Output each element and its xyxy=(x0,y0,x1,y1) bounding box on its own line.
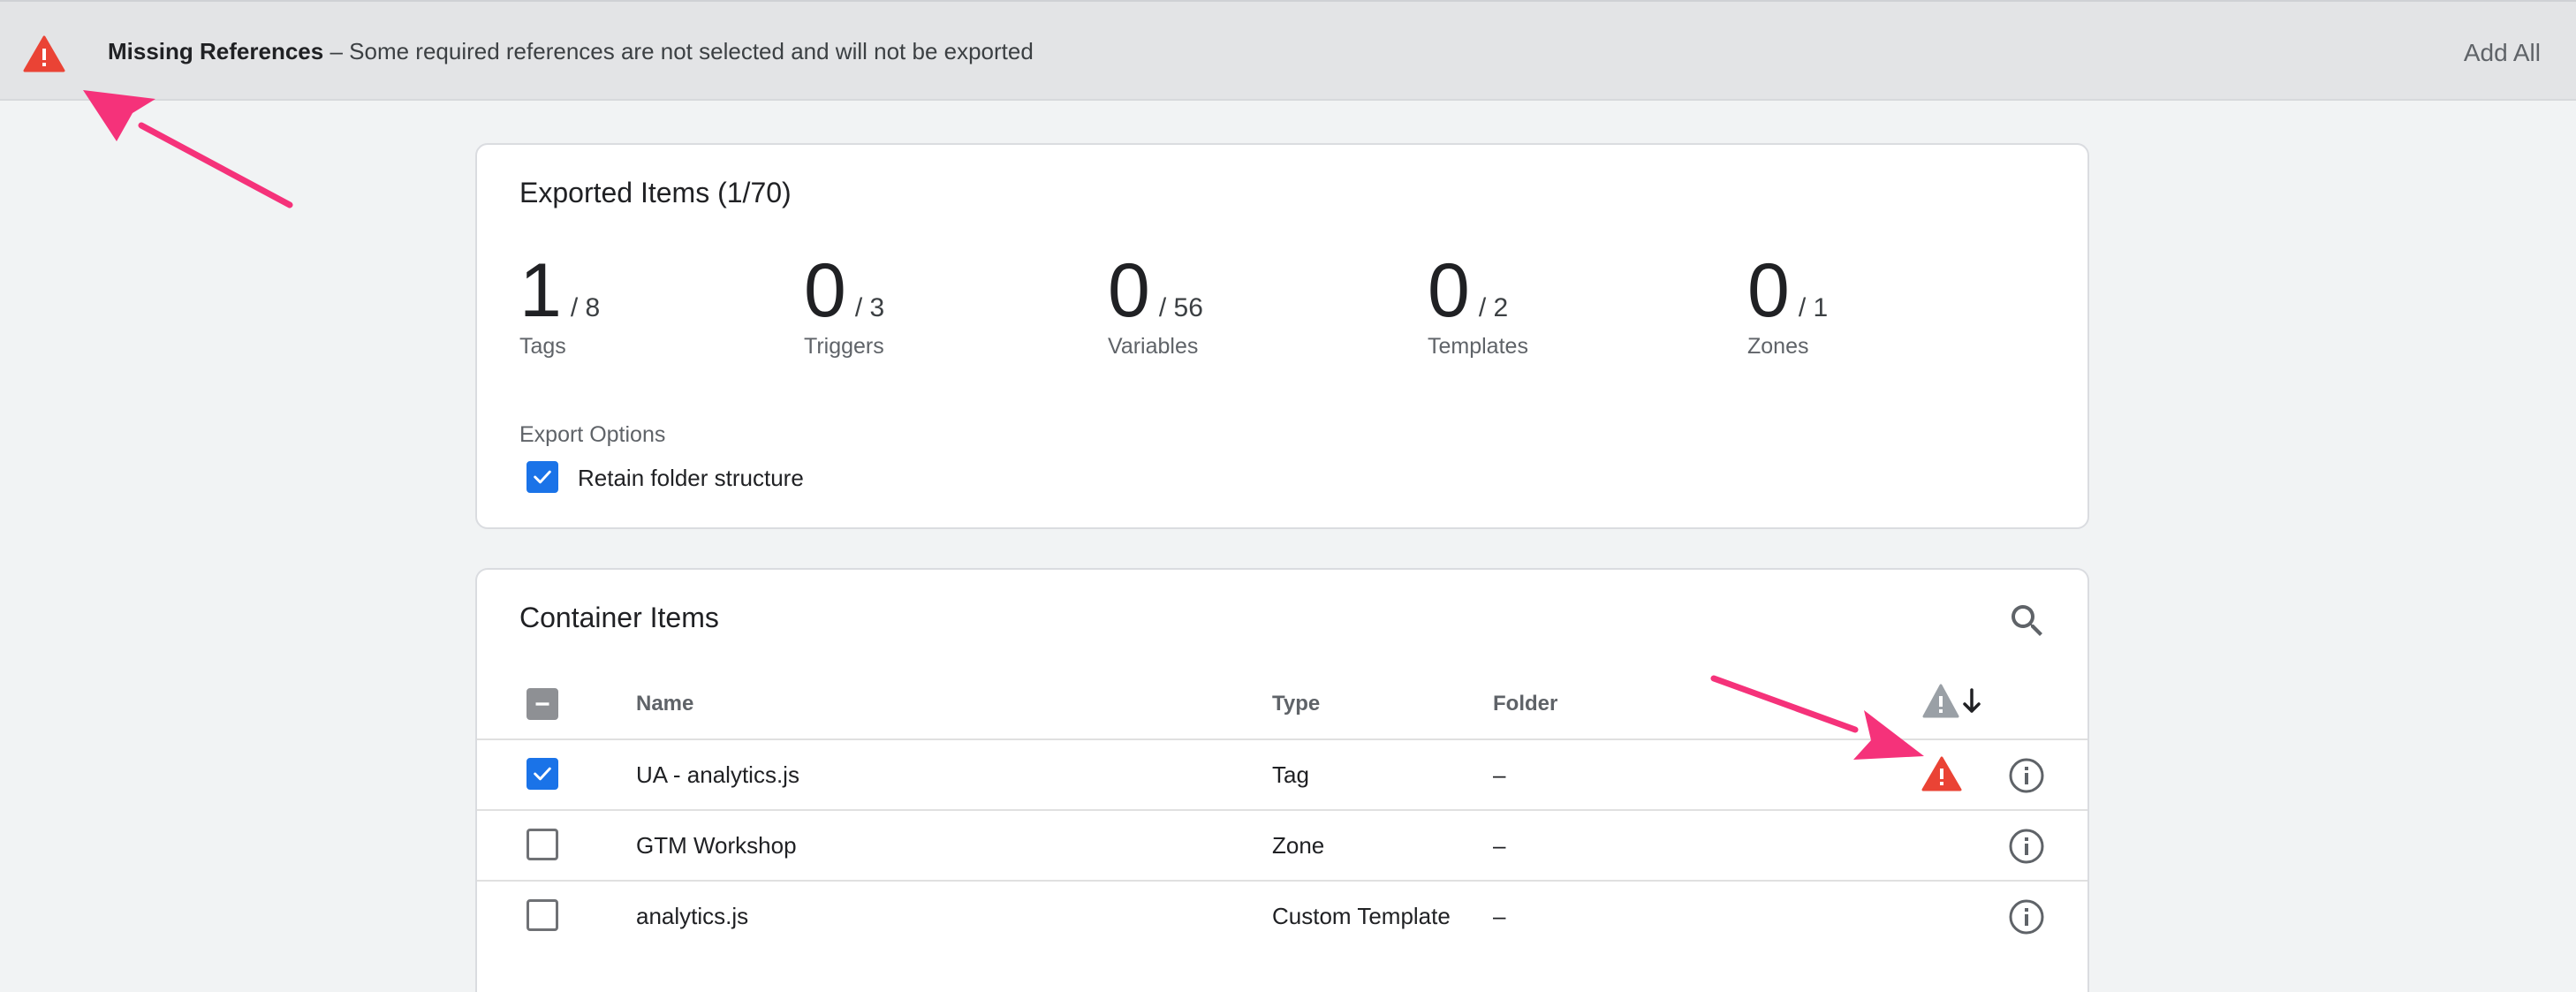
row-type: Custom Template xyxy=(1272,903,1451,929)
row-name: GTM Workshop xyxy=(636,832,797,859)
annotation-arrow xyxy=(83,90,293,208)
minus-icon xyxy=(535,702,549,706)
stat-value: 1 xyxy=(519,248,562,333)
exported-items-title: Exported Items (1/70) xyxy=(519,177,792,208)
info-icon[interactable] xyxy=(2007,897,2046,936)
column-header-name[interactable]: Name xyxy=(636,692,693,716)
banner-description: – Some required references are not selec… xyxy=(330,38,1034,64)
stat-label: Zones xyxy=(1747,334,1809,359)
row-type: Zone xyxy=(1272,832,1325,859)
warning-sort-icon[interactable] xyxy=(1922,683,1984,720)
row-checkbox[interactable] xyxy=(527,899,558,931)
container-items-card: Container Items Name Type Folder UA - an… xyxy=(475,568,2089,992)
stat-label: Tags xyxy=(519,334,566,359)
stat-tags: 1 / 8 Tags xyxy=(519,251,600,360)
row-checkbox[interactable] xyxy=(527,829,558,860)
row-folder: – xyxy=(1493,832,1506,859)
warning-icon xyxy=(23,35,65,72)
stat-label: Triggers xyxy=(804,334,884,359)
row-type: Tag xyxy=(1272,761,1309,788)
table-row[interactable]: analytics.js Custom Template – xyxy=(477,880,2087,950)
row-name: analytics.js xyxy=(636,903,749,929)
stat-zones: 0 / 1 Zones xyxy=(1747,251,1828,360)
select-all-checkbox[interactable] xyxy=(527,688,558,720)
stat-total: / 1 xyxy=(1798,293,1829,322)
search-icon[interactable] xyxy=(2006,600,2049,642)
export-options-label: Export Options xyxy=(519,422,666,447)
check-icon xyxy=(534,767,551,781)
row-folder: – xyxy=(1493,903,1506,929)
retain-folder-label: Retain folder structure xyxy=(578,465,804,491)
stat-value: 0 xyxy=(1428,248,1470,333)
add-all-button[interactable]: Add All xyxy=(2464,39,2541,67)
banner-message: Missing References – Some required refer… xyxy=(108,38,1034,65)
retain-folder-checkbox[interactable] xyxy=(527,461,558,493)
stat-value: 0 xyxy=(1108,248,1150,333)
warning-icon xyxy=(1921,756,1962,791)
stat-value: 0 xyxy=(1747,248,1790,333)
stat-total: / 56 xyxy=(1158,293,1203,322)
info-icon[interactable] xyxy=(2007,827,2046,866)
banner-title: Missing References xyxy=(108,38,324,64)
row-checkbox[interactable] xyxy=(527,758,558,790)
container-items-title: Container Items xyxy=(519,602,719,633)
stat-total: / 8 xyxy=(570,293,601,322)
stat-label: Templates xyxy=(1428,334,1528,359)
stat-triggers: 0 / 3 Triggers xyxy=(804,251,884,360)
table-row[interactable]: UA - analytics.js Tag – xyxy=(477,738,2087,809)
stat-value: 0 xyxy=(804,248,846,333)
column-header-type[interactable]: Type xyxy=(1272,692,1320,716)
exported-items-card: Exported Items (1/70) 1 / 8 Tags 0 / 3 Tri… xyxy=(475,143,2089,529)
row-name: UA - analytics.js xyxy=(636,761,799,788)
stat-label: Variables xyxy=(1108,334,1199,359)
stat-variables: 0 / 56 Variables xyxy=(1108,251,1203,360)
missing-references-banner: Missing References – Some required refer… xyxy=(0,0,2576,101)
row-folder: – xyxy=(1493,761,1506,788)
table-row[interactable]: GTM Workshop Zone – xyxy=(477,809,2087,880)
stat-templates: 0 / 2 Templates xyxy=(1428,251,1528,360)
check-icon xyxy=(534,470,551,484)
stat-total: / 2 xyxy=(1478,293,1509,322)
column-header-folder[interactable]: Folder xyxy=(1493,692,1557,716)
stat-total: / 3 xyxy=(854,293,885,322)
info-icon[interactable] xyxy=(2007,756,2046,795)
